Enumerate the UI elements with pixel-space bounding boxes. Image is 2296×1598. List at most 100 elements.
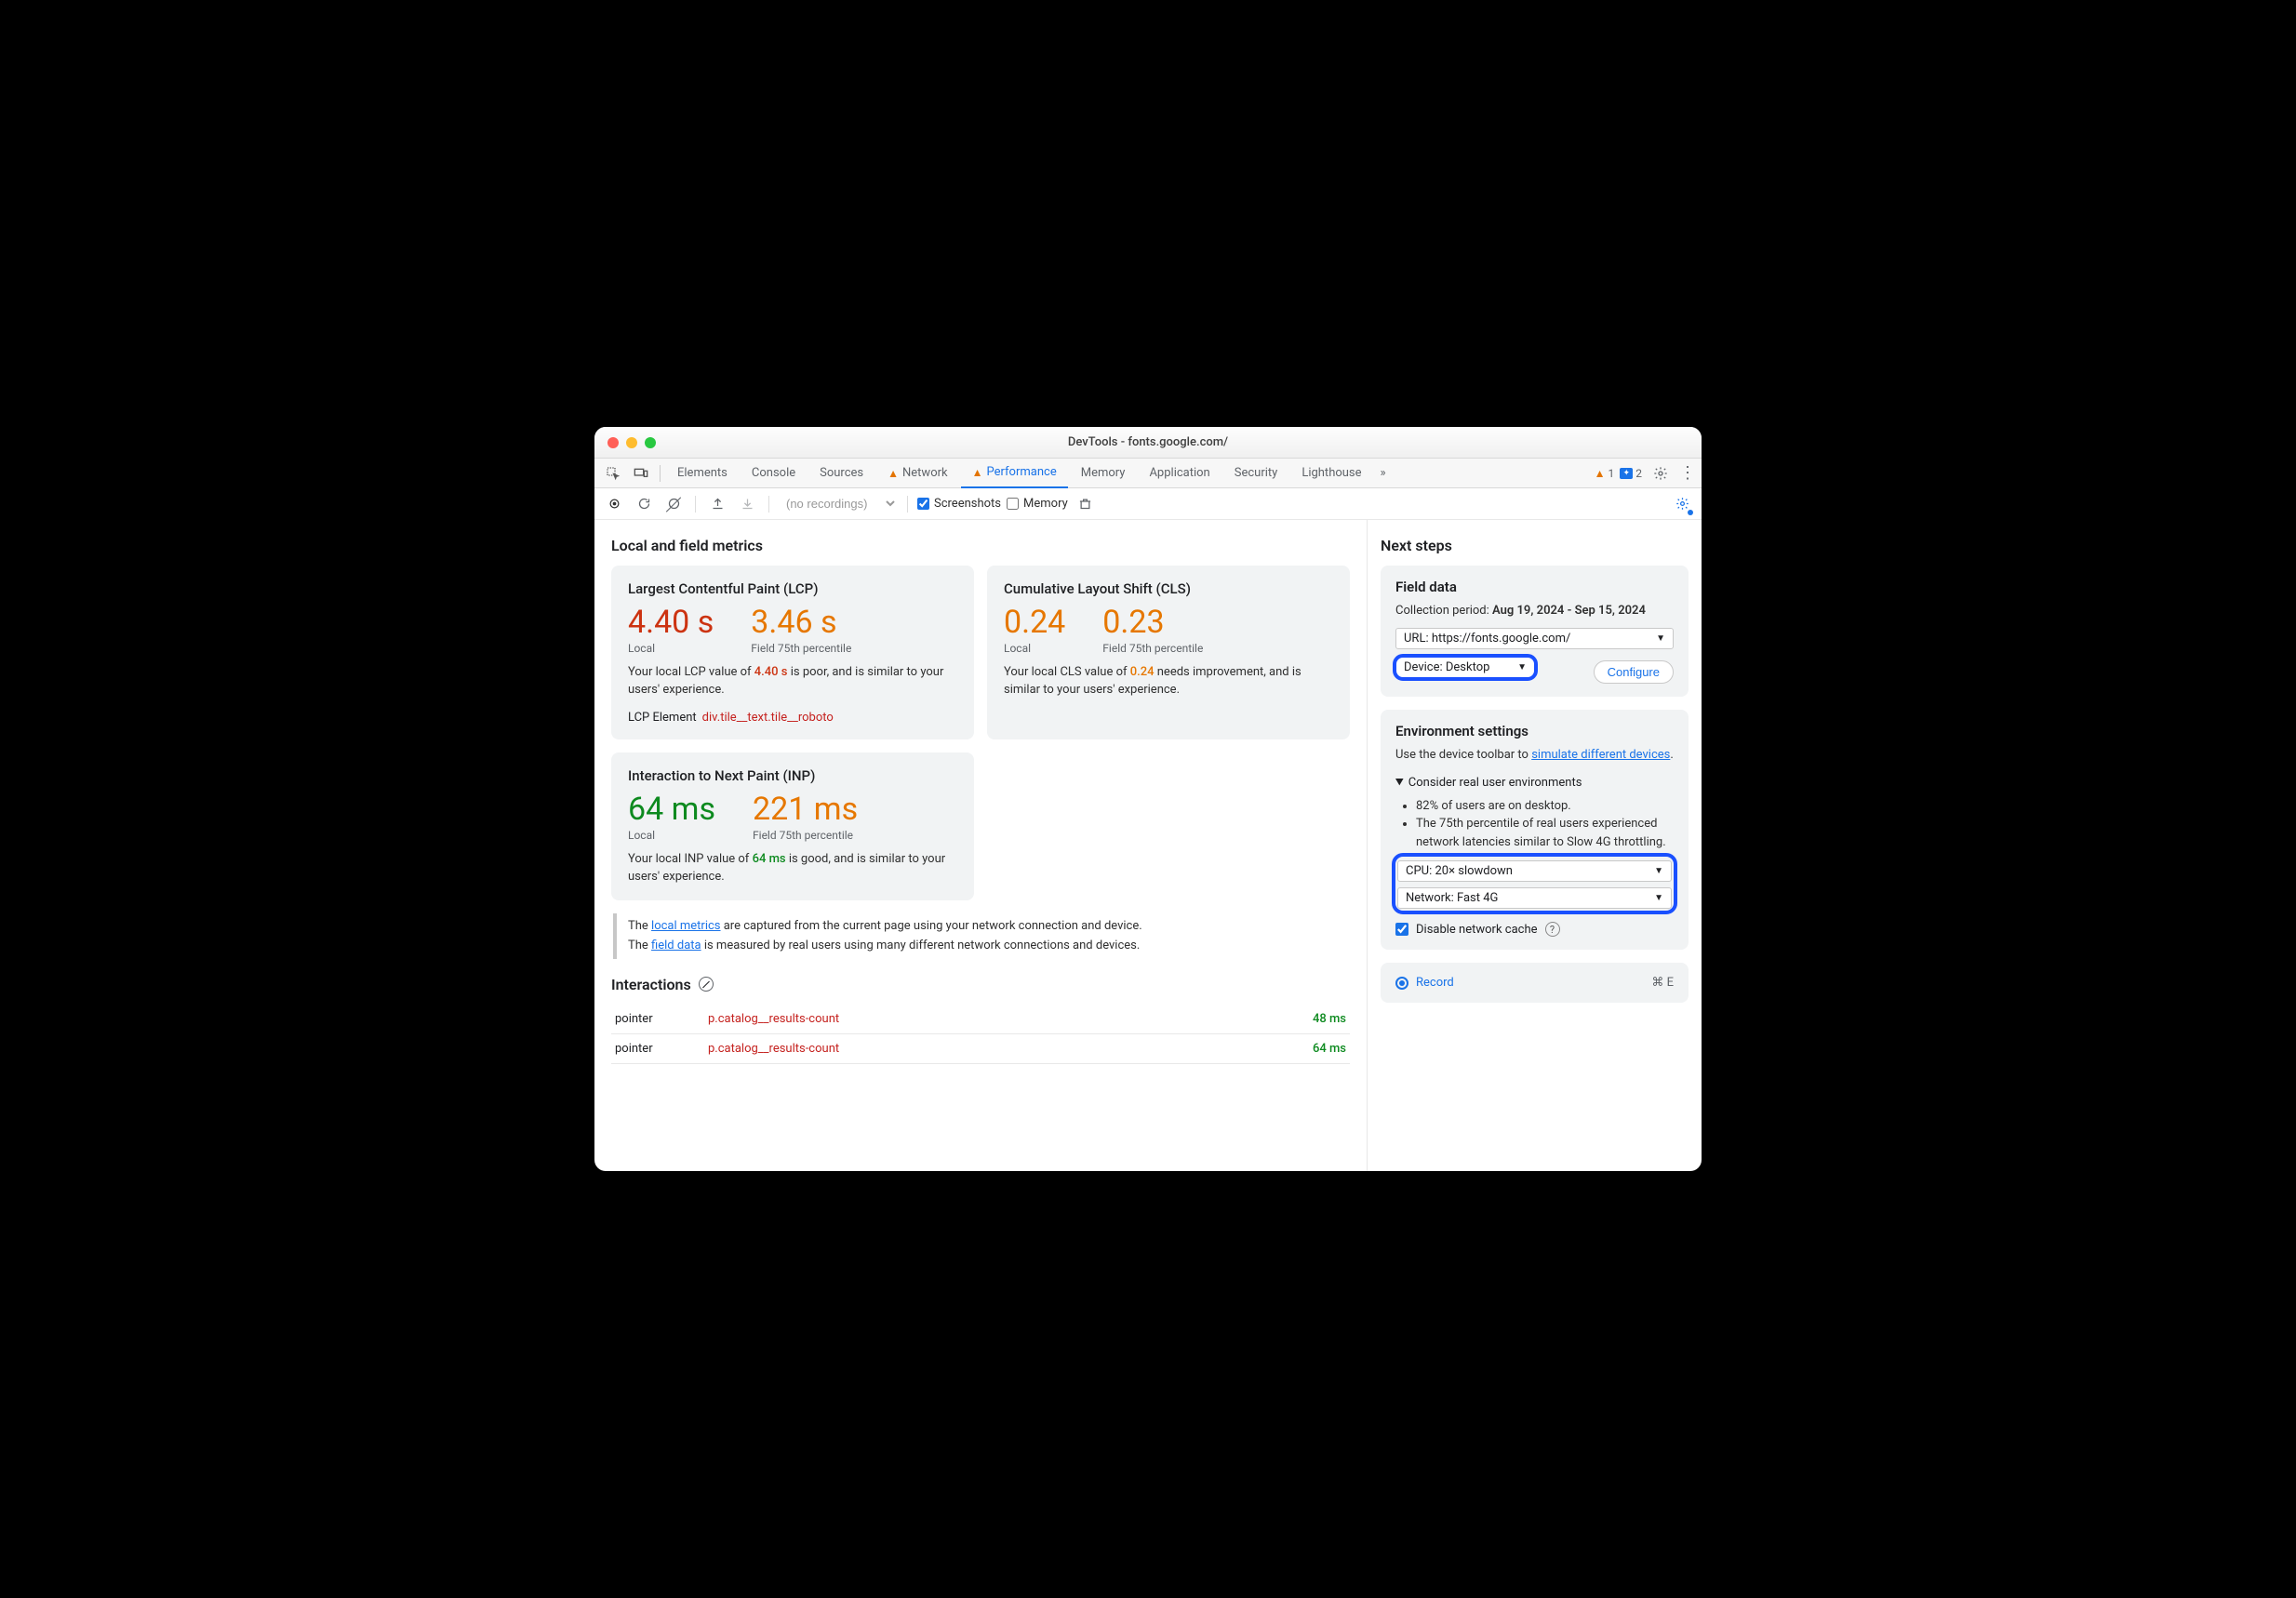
record-button[interactable]: Record — [1395, 976, 1454, 990]
chevron-down-icon: ▼ — [1654, 893, 1663, 903]
settings-gear-icon[interactable] — [1648, 460, 1674, 486]
record-label: Record — [1416, 976, 1454, 990]
titlebar: DevTools - fonts.google.com/ — [594, 427, 1702, 459]
lcp-card: Largest Contentful Paint (LCP) 4.40 s Loc… — [611, 566, 974, 739]
cls-field-value: 0.23 — [1102, 606, 1203, 638]
field-data-link[interactable]: field data — [651, 939, 701, 952]
tab-network[interactable]: ▲Network — [876, 459, 959, 488]
tab-elements[interactable]: Elements — [666, 459, 739, 488]
simulate-devices-link[interactable]: simulate different devices — [1531, 748, 1670, 762]
checkbox-label: Disable network cache — [1416, 923, 1538, 937]
table-row[interactable]: pointerp.catalog__results-count64 ms — [611, 1033, 1350, 1063]
lcp-element-label: LCP Element — [628, 711, 697, 725]
interactions-table: pointerp.catalog__results-count48 ms poi… — [611, 1005, 1350, 1064]
tab-sources[interactable]: Sources — [808, 459, 874, 488]
divider — [907, 496, 908, 513]
select-value: CPU: 20× slowdown — [1406, 864, 1513, 878]
cls-body: Your local CLS value of 0.24 needs impro… — [1004, 664, 1333, 699]
main-pane: Local and field metrics Largest Contentf… — [594, 520, 1702, 1171]
close-window-button[interactable] — [607, 437, 619, 448]
lcp-title: Largest Contentful Paint (LCP) — [628, 580, 957, 597]
screenshots-checkbox[interactable]: Screenshots — [917, 497, 1001, 511]
capture-settings-gear-icon[interactable] — [1670, 492, 1694, 516]
sidebar-pane: Next steps Field data Collection period:… — [1367, 520, 1702, 1171]
lcp-local-label: Local — [628, 642, 714, 655]
reload-record-icon[interactable] — [632, 492, 656, 516]
network-throttle-select[interactable]: Network: Fast 4G ▼ — [1397, 887, 1672, 909]
environments-bullets: 82% of users are on desktop. The 75th pe… — [1416, 797, 1674, 852]
issues-badge[interactable]: ✦2 — [1620, 467, 1642, 480]
select-value: Network: Fast 4G — [1406, 891, 1498, 905]
disable-cache-input[interactable] — [1395, 923, 1408, 936]
list-item: The 75th percentile of real users experi… — [1416, 815, 1674, 851]
environments-summary[interactable]: Consider real user environments — [1395, 774, 1674, 792]
tab-label: Network — [902, 459, 948, 488]
device-toolbar-icon[interactable] — [628, 460, 654, 486]
configure-button[interactable]: Configure — [1594, 660, 1674, 684]
metrics-pane: Local and field metrics Largest Contentf… — [594, 520, 1367, 1171]
url-select[interactable]: URL: https://fonts.google.com/▼ — [1395, 628, 1674, 649]
tab-security[interactable]: Security — [1223, 459, 1289, 488]
divider — [768, 496, 769, 513]
zoom-window-button[interactable] — [645, 437, 656, 448]
interaction-selector: p.catalog__results-count — [704, 1005, 1285, 1034]
more-menu-icon[interactable]: ⋮ — [1679, 463, 1696, 483]
chevron-down-icon: ▼ — [1517, 662, 1527, 672]
lcp-element-row[interactable]: LCP Element div.tile__text.tile__roboto — [628, 711, 957, 725]
tab-console[interactable]: Console — [741, 459, 807, 488]
device-select[interactable]: Device: Desktop ▼ — [1395, 657, 1535, 678]
list-item: 82% of users are on desktop. — [1416, 797, 1674, 816]
metrics-heading: Local and field metrics — [611, 537, 1350, 554]
environment-card: Environment settings Use the device tool… — [1381, 710, 1689, 950]
warnings-badge[interactable]: ▲1 — [1595, 467, 1615, 480]
download-icon[interactable] — [735, 492, 759, 516]
inspect-element-icon[interactable] — [600, 460, 626, 486]
cls-field-label: Field 75th percentile — [1102, 642, 1203, 655]
field-data-card: Field data Collection period: Aug 19, 20… — [1381, 566, 1689, 697]
clear-icon[interactable] — [661, 492, 686, 516]
inp-local-value: 64 ms — [628, 793, 715, 825]
warn-count: 1 — [1609, 467, 1615, 480]
tabs-overflow[interactable]: » — [1375, 459, 1392, 488]
inp-body: Your local INP value of 64 ms is good, a… — [628, 851, 957, 886]
collection-period: Collection period: Aug 19, 2024 - Sep 15… — [1395, 603, 1674, 620]
interaction-type: pointer — [611, 1033, 704, 1063]
tab-application[interactable]: Application — [1138, 459, 1221, 488]
memory-checkbox-input[interactable] — [1007, 498, 1019, 510]
inp-title: Interaction to Next Paint (INP) — [628, 767, 957, 784]
table-row[interactable]: pointerp.catalog__results-count48 ms — [611, 1005, 1350, 1034]
clear-interactions-icon[interactable] — [699, 977, 714, 992]
chevron-down-icon: ▼ — [1654, 866, 1663, 876]
select-value: URL: https://fonts.google.com/ — [1404, 632, 1570, 646]
minimize-window-button[interactable] — [626, 437, 637, 448]
issues-count: 2 — [1635, 467, 1642, 480]
inp-local-label: Local — [628, 829, 715, 842]
cls-card: Cumulative Layout Shift (CLS) 0.24Local … — [987, 566, 1350, 739]
gc-icon[interactable] — [1074, 492, 1098, 516]
recordings-select[interactable]: (no recordings) — [779, 496, 898, 512]
devtools-window: DevTools - fonts.google.com/ Elements Co… — [594, 427, 1702, 1171]
lcp-body: Your local LCP value of 4.40 s is poor, … — [628, 664, 957, 699]
memory-checkbox[interactable]: Memory — [1007, 497, 1068, 511]
help-icon[interactable]: ? — [1545, 922, 1560, 937]
upload-icon[interactable] — [705, 492, 729, 516]
select-value: Device: Desktop — [1404, 660, 1489, 674]
lcp-local-value: 4.40 s — [628, 606, 714, 638]
record-shortcut: ⌘ E — [1651, 976, 1674, 990]
tab-memory[interactable]: Memory — [1070, 459, 1137, 488]
lcp-field-label: Field 75th percentile — [751, 642, 851, 655]
lcp-element-selector: div.tile__text.tile__roboto — [702, 711, 834, 725]
interactions-heading: Interactions — [611, 976, 1350, 993]
disable-cache-checkbox[interactable]: Disable network cache? — [1395, 922, 1674, 937]
interaction-selector: p.catalog__results-count — [704, 1033, 1285, 1063]
environments-details[interactable]: Consider real user environments 82% of u… — [1395, 774, 1674, 852]
screenshots-checkbox-input[interactable] — [917, 498, 929, 510]
tab-lighthouse[interactable]: Lighthouse — [1290, 459, 1372, 488]
record-button-icon[interactable] — [602, 492, 626, 516]
cpu-throttle-select[interactable]: CPU: 20× slowdown ▼ — [1397, 860, 1672, 882]
tab-performance[interactable]: ▲Performance — [961, 459, 1068, 488]
inp-card: Interaction to Next Paint (INP) 64 ms Loc… — [611, 752, 974, 901]
interaction-type: pointer — [611, 1005, 704, 1034]
tab-label: Performance — [987, 458, 1057, 487]
local-metrics-link[interactable]: local metrics — [651, 919, 720, 933]
